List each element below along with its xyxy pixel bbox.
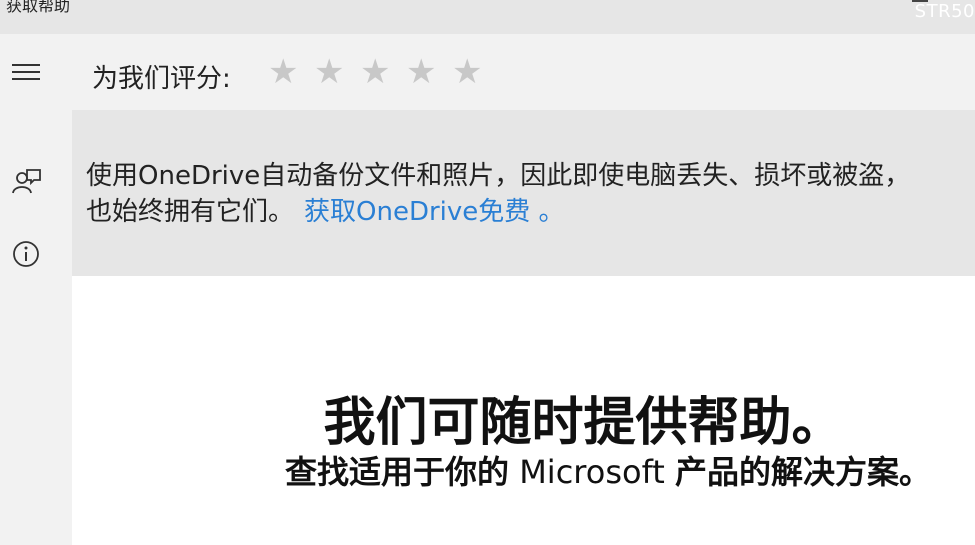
- star-icon[interactable]: ★: [314, 52, 360, 92]
- banner-text-line1: 使用OneDrive自动备份文件和照片，因此即使电脑丢失、损坏或被盗，: [86, 161, 911, 191]
- info-icon[interactable]: [10, 238, 42, 270]
- onedrive-banner: 使用OneDrive自动备份文件和照片，因此即使电脑丢失、损坏或被盗， 也始终拥…: [72, 110, 975, 276]
- subheading-part2: 产品的解决方案。: [674, 453, 931, 491]
- page-headline: 我们可随时提供帮助。: [323, 393, 844, 453]
- rating-label: 为我们评分:: [92, 64, 231, 94]
- banner-text: 使用OneDrive自动备份文件和照片，因此即使电脑丢失、损坏或被盗， 也始终拥…: [86, 158, 975, 230]
- page-subheading: 查找适用于你的 Microsoft 产品的解决方案。: [258, 448, 958, 496]
- hamburger-menu-icon[interactable]: [10, 56, 42, 88]
- window-title: 获取帮助: [6, 0, 71, 15]
- subheading-part1: 查找适用于你的: [285, 453, 510, 491]
- star-icon[interactable]: ★: [268, 52, 314, 92]
- rating-bar: 为我们评分: ★ ★ ★ ★ ★: [72, 34, 975, 110]
- subheading-product: Microsoft: [509, 453, 675, 491]
- get-onedrive-link[interactable]: 获取OneDrive免费 。: [304, 197, 565, 227]
- banner-text-line2-static: 也始终拥有它们。: [86, 197, 295, 227]
- star-icon[interactable]: ★: [360, 52, 406, 92]
- main-content: 我们可随时提供帮助。 查找适用于你的 Microsoft 产品的解决方案。: [72, 276, 975, 545]
- banner-text-line2: 也始终拥有它们。 获取OneDrive免费 。: [86, 194, 975, 230]
- rating-stars: ★ ★ ★ ★ ★: [268, 52, 498, 92]
- star-icon[interactable]: ★: [452, 52, 498, 92]
- star-icon[interactable]: ★: [406, 52, 452, 92]
- watermark-text: STR50: [914, 1, 975, 22]
- feedback-icon[interactable]: [10, 164, 42, 196]
- sidebar: [0, 34, 72, 545]
- title-bar: 获取帮助 STR50: [0, 0, 975, 34]
